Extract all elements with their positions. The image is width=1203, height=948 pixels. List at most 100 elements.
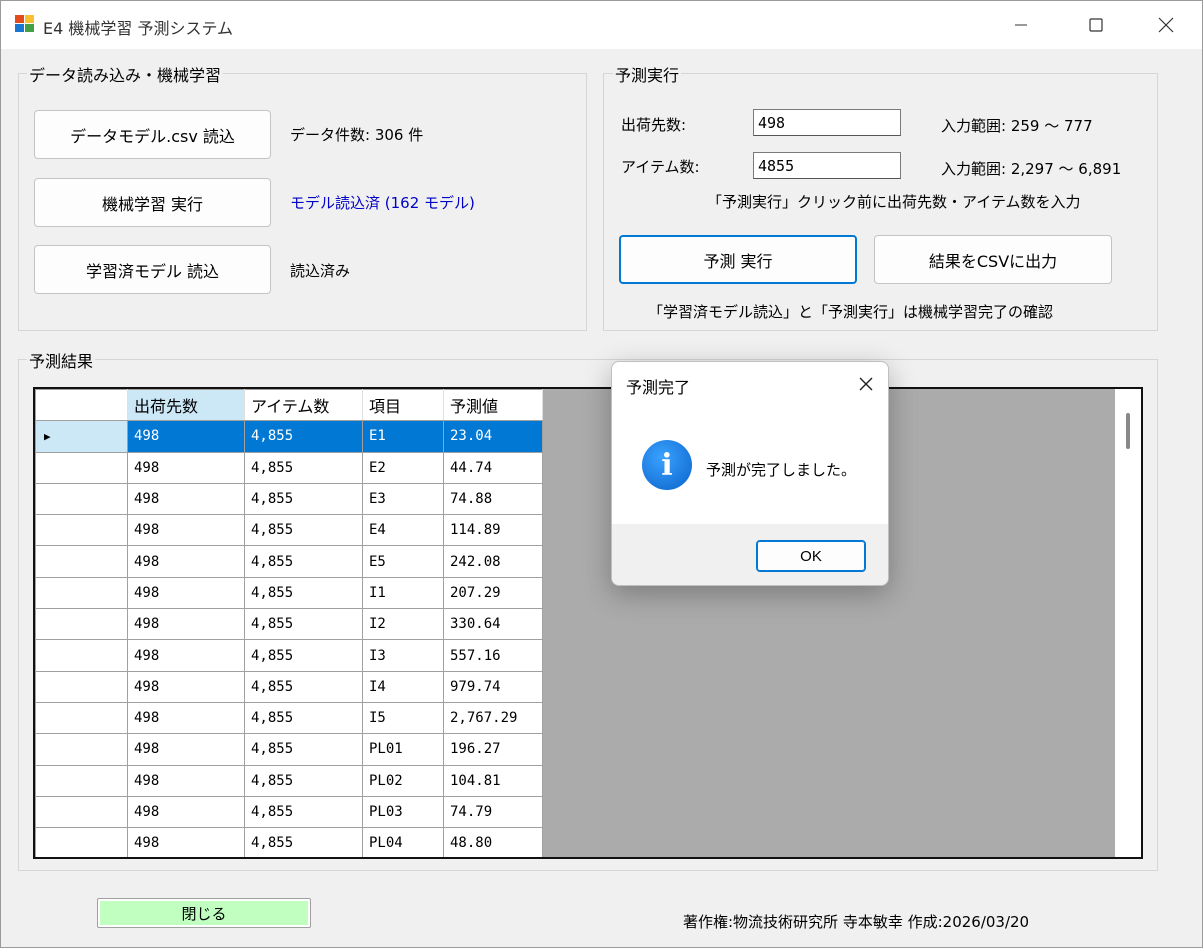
table-row[interactable]: 498 4,855 I5 2,767.29 <box>35 701 543 735</box>
row-header[interactable] <box>35 733 128 766</box>
title-bar[interactable]: E4 機械学習 予測システム <box>1 1 1202 49</box>
table-cell[interactable]: 4,855 <box>244 576 363 610</box>
table-cell[interactable]: I1 <box>362 576 444 610</box>
window-close-button[interactable] <box>1131 1 1201 49</box>
table-cell[interactable]: 4,855 <box>244 639 363 672</box>
table-cell[interactable]: 4,855 <box>244 795 363 829</box>
table-cell[interactable]: PL01 <box>362 733 444 766</box>
load-model-button[interactable]: 学習済モデル 読込 <box>34 245 271 294</box>
table-cell[interactable]: 2,767.29 <box>443 701 543 735</box>
row-header[interactable] <box>35 608 128 641</box>
table-row[interactable]: 498 4,855 I4 979.74 <box>35 670 543 703</box>
table-cell[interactable]: 4,855 <box>244 482 363 516</box>
row-header[interactable] <box>35 451 128 484</box>
table-cell[interactable]: 4,855 <box>244 733 363 766</box>
row-header[interactable] <box>35 764 128 797</box>
table-cell[interactable]: 330.64 <box>443 608 543 641</box>
column-header-predicted-value[interactable]: 予測値 <box>443 389 543 422</box>
table-cell[interactable]: E5 <box>362 545 444 578</box>
table-cell[interactable]: 498 <box>127 639 245 672</box>
table-cell[interactable]: 4,855 <box>244 764 363 797</box>
column-header-item-count[interactable]: アイテム数 <box>244 389 363 422</box>
table-cell[interactable]: 4,855 <box>244 827 363 857</box>
table-cell[interactable]: 498 <box>127 576 245 610</box>
row-header[interactable] <box>35 701 128 735</box>
table-cell[interactable]: 498 <box>127 482 245 516</box>
table-cell[interactable]: 44.74 <box>443 451 543 484</box>
table-cell[interactable]: 979.74 <box>443 670 543 703</box>
item-count-input[interactable] <box>753 152 901 179</box>
train-button[interactable]: 機械学習 実行 <box>34 178 271 227</box>
table-cell[interactable]: 4,855 <box>244 420 363 453</box>
row-header[interactable] <box>35 639 128 672</box>
row-header[interactable] <box>35 670 128 703</box>
dialog-close-button[interactable] <box>848 368 884 400</box>
table-cell[interactable]: 4,855 <box>244 701 363 735</box>
column-header-ship-count[interactable]: 出荷先数 <box>127 389 245 422</box>
table-cell[interactable]: 242.08 <box>443 545 543 578</box>
export-csv-button[interactable]: 結果をCSVに出力 <box>874 235 1112 284</box>
maximize-button[interactable] <box>1061 1 1131 49</box>
load-csv-button[interactable]: データモデル.csv 読込 <box>34 110 271 159</box>
close-button[interactable]: 閉じる <box>97 898 311 928</box>
table-row[interactable]: 498 4,855 I3 557.16 <box>35 639 543 672</box>
scrollbar-thumb[interactable] <box>1126 413 1130 449</box>
table-cell[interactable]: 4,855 <box>244 545 363 578</box>
table-cell[interactable]: 4,855 <box>244 608 363 641</box>
table-cell[interactable]: E4 <box>362 514 444 547</box>
minimize-button[interactable] <box>986 1 1056 49</box>
table-cell[interactable]: 74.79 <box>443 795 543 829</box>
table-cell[interactable]: PL03 <box>362 795 444 829</box>
row-header[interactable] <box>35 827 128 857</box>
table-cell[interactable]: 4,855 <box>244 451 363 484</box>
table-cell[interactable]: 498 <box>127 795 245 829</box>
table-cell[interactable]: 4,855 <box>244 670 363 703</box>
table-cell[interactable]: 104.81 <box>443 764 543 797</box>
table-cell[interactable]: 48.80 <box>443 827 543 857</box>
table-cell[interactable]: 23.04 <box>443 420 543 453</box>
table-cell[interactable]: 196.27 <box>443 733 543 766</box>
table-row[interactable]: 498 4,855 I1 207.29 <box>35 576 543 610</box>
table-cell[interactable]: PL02 <box>362 764 444 797</box>
table-row[interactable]: ▶ 498 4,855 E1 23.04 <box>35 420 543 453</box>
row-header[interactable] <box>35 514 128 547</box>
table-row[interactable]: 498 4,855 E2 44.74 <box>35 451 543 484</box>
table-cell[interactable]: 498 <box>127 514 245 547</box>
results-grid[interactable]: 出荷先数 アイテム数 項目 予測値 ▶ 498 4,855 E1 23.04 498 4,8… <box>33 387 1143 859</box>
table-cell[interactable]: I3 <box>362 639 444 672</box>
row-header[interactable]: ▶ <box>35 420 128 453</box>
table-cell[interactable]: 498 <box>127 420 245 453</box>
table-cell[interactable]: 498 <box>127 764 245 797</box>
ship-count-input[interactable] <box>753 109 901 136</box>
row-header[interactable] <box>35 545 128 578</box>
table-row[interactable]: 498 4,855 PL03 74.79 <box>35 795 543 829</box>
table-row[interactable]: 498 4,855 E4 114.89 <box>35 514 543 547</box>
table-row[interactable]: 498 4,855 E5 242.08 <box>35 545 543 578</box>
table-cell[interactable]: 498 <box>127 608 245 641</box>
column-header-item[interactable]: 項目 <box>362 389 444 422</box>
table-row[interactable]: 498 4,855 PL02 104.81 <box>35 764 543 797</box>
table-cell[interactable]: 498 <box>127 670 245 703</box>
row-header[interactable] <box>35 576 128 610</box>
table-row[interactable]: 498 4,855 PL01 196.27 <box>35 733 543 766</box>
table-cell[interactable]: I4 <box>362 670 444 703</box>
table-cell[interactable]: I5 <box>362 701 444 735</box>
row-header[interactable] <box>35 795 128 829</box>
table-cell[interactable]: 114.89 <box>443 514 543 547</box>
table-cell[interactable]: 4,855 <box>244 514 363 547</box>
table-cell[interactable]: E3 <box>362 482 444 516</box>
table-cell[interactable]: 498 <box>127 451 245 484</box>
table-cell[interactable]: 207.29 <box>443 576 543 610</box>
table-cell[interactable]: E1 <box>362 420 444 453</box>
table-row[interactable]: 498 4,855 E3 74.88 <box>35 482 543 516</box>
table-cell[interactable]: 498 <box>127 545 245 578</box>
table-cell[interactable]: 74.88 <box>443 482 543 516</box>
run-prediction-button[interactable]: 予測 実行 <box>619 235 857 284</box>
table-cell[interactable]: 498 <box>127 733 245 766</box>
ok-button[interactable]: OK <box>756 540 866 572</box>
table-cell[interactable]: 498 <box>127 827 245 857</box>
table-cell[interactable]: 557.16 <box>443 639 543 672</box>
table-cell[interactable]: I2 <box>362 608 444 641</box>
table-row[interactable]: 498 4,855 PL04 48.80 <box>35 827 543 857</box>
table-row[interactable]: 498 4,855 I2 330.64 <box>35 608 543 641</box>
